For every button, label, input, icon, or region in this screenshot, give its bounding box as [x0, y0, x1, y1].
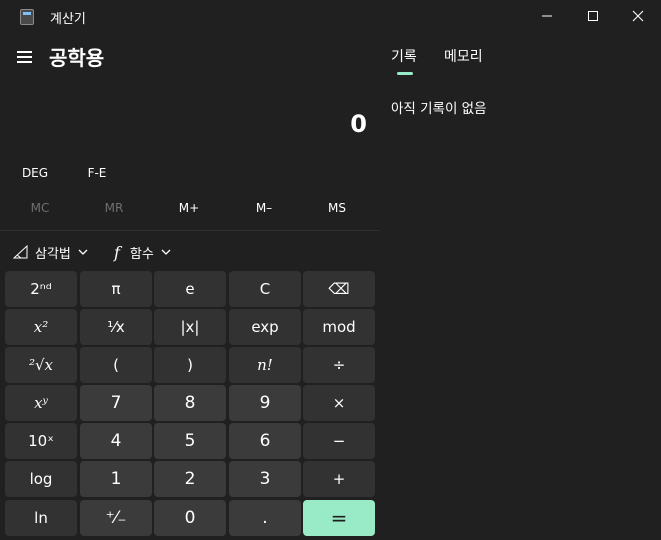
- mod-button[interactable]: mod: [303, 309, 375, 345]
- fe-button[interactable]: F-E: [76, 161, 118, 185]
- clear-button[interactable]: C: [229, 271, 301, 307]
- result-display: 0: [350, 110, 367, 138]
- close-icon: [632, 10, 644, 22]
- digit-7-button[interactable]: 7: [80, 385, 152, 421]
- equals-button[interactable]: =: [303, 500, 375, 536]
- square-root-button[interactable]: ²√x: [5, 347, 77, 383]
- triangle-icon: [13, 245, 28, 259]
- window-title: 계산기: [50, 12, 86, 27]
- trigonometry-dropdown[interactable]: 삼각법: [13, 240, 89, 264]
- hamburger-menu-icon[interactable]: [14, 46, 36, 68]
- digit-2-button[interactable]: 2: [154, 461, 226, 497]
- chevron-down-icon: [78, 249, 88, 255]
- calculator-icon: [20, 9, 34, 25]
- memory-add-button[interactable]: M+: [165, 196, 213, 220]
- trigonometry-label: 삼각법: [35, 246, 71, 262]
- divide-button[interactable]: ÷: [303, 347, 375, 383]
- subtract-button[interactable]: −: [303, 423, 375, 459]
- e-button[interactable]: e: [154, 271, 226, 307]
- absolute-value-button[interactable]: |x|: [154, 309, 226, 345]
- memory-store-button[interactable]: MS: [313, 196, 361, 220]
- function-f-icon: f: [114, 242, 120, 262]
- digit-6-button[interactable]: 6: [229, 423, 301, 459]
- ln-button[interactable]: ln: [5, 500, 77, 536]
- ten-power-button[interactable]: 10ˣ: [5, 423, 77, 459]
- digit-1-button[interactable]: 1: [80, 461, 152, 497]
- digit-5-button[interactable]: 5: [154, 423, 226, 459]
- minimize-button[interactable]: [524, 0, 570, 32]
- maximize-button[interactable]: [570, 0, 616, 32]
- second-function-button[interactable]: 2ⁿᵈ: [5, 271, 77, 307]
- function-label: 함수: [129, 246, 154, 262]
- memory-clear-button[interactable]: MC: [16, 196, 64, 220]
- reciprocal-button[interactable]: ¹⁄x: [80, 309, 152, 345]
- negate-button[interactable]: ⁺⁄₋: [80, 500, 152, 536]
- power-button[interactable]: xʸ: [5, 385, 77, 421]
- square-button[interactable]: x²: [5, 309, 77, 345]
- digit-3-button[interactable]: 3: [229, 461, 301, 497]
- digit-0-button[interactable]: 0: [154, 500, 226, 536]
- add-button[interactable]: +: [303, 461, 375, 497]
- digit-8-button[interactable]: 8: [154, 385, 226, 421]
- exp-button[interactable]: exp: [229, 309, 301, 345]
- memory-recall-button[interactable]: MR: [90, 196, 138, 220]
- mode-title: 공학용: [49, 46, 105, 70]
- history-empty-message: 아직 기록이 없음: [391, 101, 487, 117]
- memory-subtract-button[interactable]: M–: [240, 196, 288, 220]
- active-tab-indicator: [397, 72, 413, 75]
- multiply-button[interactable]: ×: [303, 385, 375, 421]
- minimize-icon: [542, 15, 552, 17]
- divider: [0, 230, 380, 231]
- deg-button[interactable]: DEG: [12, 161, 58, 185]
- maximize-icon: [588, 11, 598, 21]
- backspace-button[interactable]: ⌫: [303, 271, 375, 307]
- tab-history[interactable]: 기록: [391, 46, 417, 66]
- open-paren-button[interactable]: (: [80, 347, 152, 383]
- function-dropdown[interactable]: f 함수: [114, 240, 172, 264]
- close-paren-button[interactable]: ): [154, 347, 226, 383]
- digit-4-button[interactable]: 4: [80, 423, 152, 459]
- digit-9-button[interactable]: 9: [229, 385, 301, 421]
- tab-memory[interactable]: 메모리: [444, 46, 483, 66]
- decimal-button[interactable]: .: [229, 500, 301, 536]
- close-button[interactable]: [615, 0, 661, 32]
- factorial-button[interactable]: n!: [229, 347, 301, 383]
- pi-button[interactable]: π: [80, 271, 152, 307]
- chevron-down-icon: [161, 249, 171, 255]
- log-button[interactable]: log: [5, 461, 77, 497]
